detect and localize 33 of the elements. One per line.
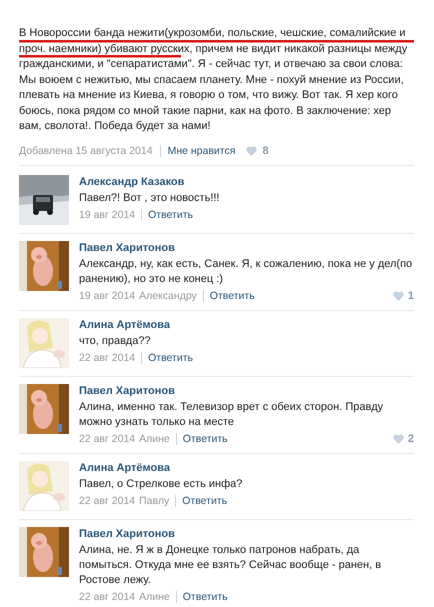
- author-name[interactable]: Павел Харитонов: [79, 240, 414, 254]
- reply-link[interactable]: Ответить: [182, 432, 228, 444]
- comment-text: Павел?! Вот , это новость!!!: [79, 190, 220, 206]
- comment-date: 19 авг 2014: [79, 208, 136, 220]
- post-text: В Новороссии банда нежити(укрозомби, польские, чешские, сомалийские и проч. наемники) убивают русских, причем не видит никакой разницы между гражданскими, и "сепаратистами". Я - сейчас тут, и отвечаю за свои слова: Мы воюем с нежитью, мы спасаем планету. Мне - похуй мнение из России, плевать на мнение из Киева, я говорю о том, что вижу. Вот так. Я хер кого боюсь, пока рядом со мной такие парни, как на фото. В заключение: хер вам, сволота!. Победа будет за нами!: [19, 26, 414, 134]
- comment-date: 22 авг 2014: [79, 432, 136, 444]
- reply-link[interactable]: Ответить: [148, 208, 194, 220]
- like-count: 2: [408, 432, 414, 444]
- comment-date: 22 авг 2014: [79, 352, 136, 364]
- author-name[interactable]: Павел Харитонов: [79, 526, 414, 540]
- comment-date: 19 авг 2014: [79, 290, 136, 302]
- post-date: Добавлена 15 августа 2014: [19, 144, 153, 156]
- reply-link[interactable]: Ответить: [210, 290, 255, 302]
- heart-icon[interactable]: [246, 146, 258, 156]
- like-count: 1: [408, 290, 414, 302]
- like-count: 8: [262, 144, 269, 156]
- reply-link[interactable]: Ответить: [182, 494, 228, 506]
- comment-text: Алина, именно так. Телевизор врет с обеих сторон. Правду можно узнать только на месте: [79, 400, 384, 430]
- reply-link[interactable]: Ответить: [182, 590, 228, 602]
- like-link[interactable]: Мне нравится: [168, 144, 236, 156]
- heart-icon[interactable]: [392, 290, 404, 300]
- author-name[interactable]: Павел Харитонов: [79, 384, 414, 398]
- reply-link[interactable]: Ответить: [148, 352, 194, 364]
- comment-date: 22 авг 2014: [79, 494, 136, 506]
- comment-date: 22 авг 2014: [79, 590, 136, 602]
- comment-text: Павел, о Стрелкове есть инфа?: [79, 476, 244, 492]
- author-name[interactable]: Александр Казаков: [79, 174, 414, 188]
- author-name[interactable]: Алина Артёмова: [79, 460, 414, 474]
- comment-text: что, правда??: [79, 334, 152, 348]
- comment-text: Александр, ну, как есть, Санек. Я, к сожалению, пока не у дел(по ранению), но это не конец :): [79, 256, 414, 286]
- heart-icon[interactable]: [392, 434, 404, 444]
- author-name[interactable]: Алина Артёмова: [79, 318, 414, 332]
- comment-text: Алина, не. Я ж в Донецке только патронов набрать, да помыться. Откуда мне ее взять? Сейчас вообще - ранен, в Ростове лежу.: [79, 542, 382, 588]
